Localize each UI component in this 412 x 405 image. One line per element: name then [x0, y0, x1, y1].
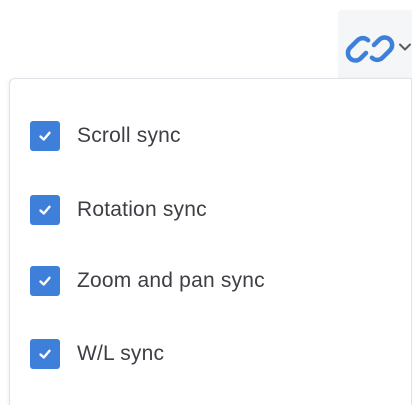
rotation-sync-checkbox[interactable] — [30, 195, 60, 225]
wl-sync-label: W/L sync — [77, 342, 165, 365]
rotation-sync-option[interactable]: Rotation sync — [30, 192, 207, 228]
rotation-sync-label: Rotation sync — [77, 198, 207, 221]
link-sync-button[interactable] — [338, 10, 412, 82]
sync-options-menu: Scroll sync Rotation sync Zoom and pan s… — [9, 78, 412, 405]
checkmark-icon — [39, 131, 51, 141]
scroll-sync-checkbox[interactable] — [30, 121, 60, 151]
scroll-sync-option[interactable]: Scroll sync — [30, 118, 181, 154]
zoom-pan-sync-option[interactable]: Zoom and pan sync — [30, 263, 265, 299]
wl-sync-checkbox[interactable] — [30, 339, 60, 369]
zoom-pan-sync-checkbox[interactable] — [30, 266, 60, 296]
link-icon — [345, 35, 395, 63]
zoom-pan-sync-label: Zoom and pan sync — [77, 269, 265, 292]
checkmark-icon — [39, 276, 51, 286]
scroll-sync-label: Scroll sync — [77, 124, 181, 147]
checkmark-icon — [39, 349, 51, 359]
checkmark-icon — [39, 205, 51, 215]
wl-sync-option[interactable]: W/L sync — [30, 336, 164, 372]
chevron-down-icon[interactable] — [398, 40, 412, 54]
